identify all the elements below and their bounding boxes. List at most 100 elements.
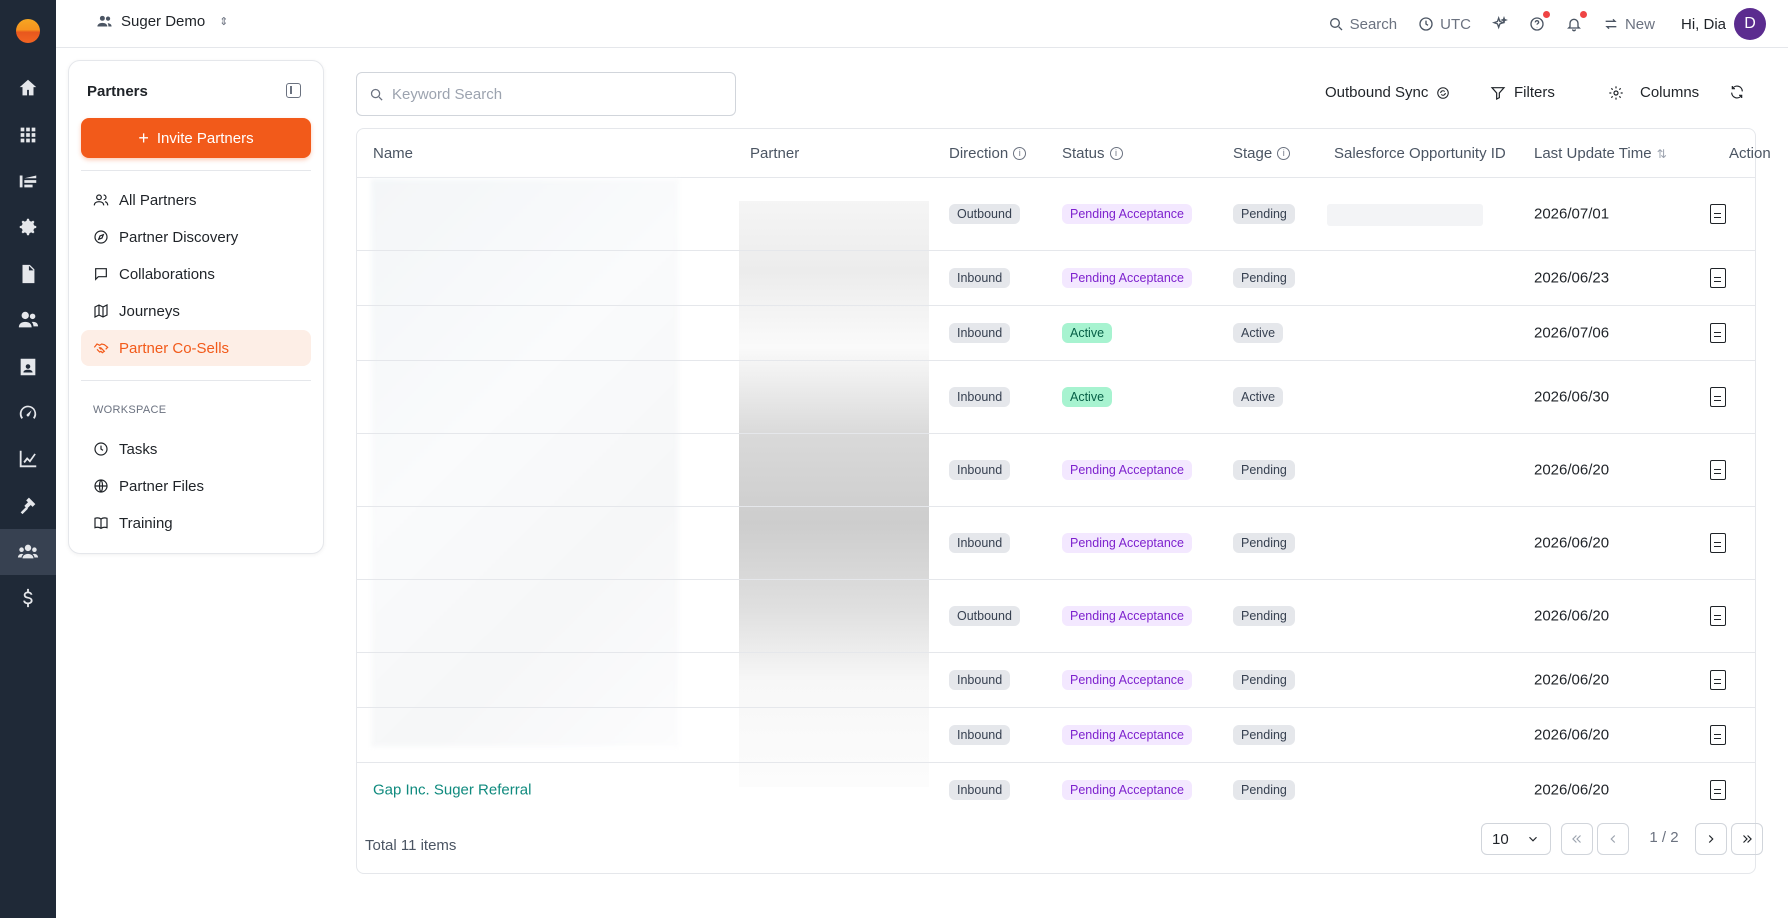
page-indicator: 1 / 2 xyxy=(1649,829,1679,846)
column-header-name[interactable]: Name xyxy=(373,145,413,162)
keyword-search-input[interactable]: Keyword Search xyxy=(356,72,736,116)
user-greeting: Hi, Dia xyxy=(1680,15,1726,33)
page-size-select[interactable]: 10 xyxy=(1481,823,1551,855)
keyword-search-placeholder: Keyword Search xyxy=(392,85,503,103)
direction-badge: Inbound xyxy=(949,267,1011,288)
stage-pill: Pending xyxy=(1233,532,1295,553)
sidebar-item-partner-files[interactable]: Partner Files xyxy=(81,468,311,504)
sidebar-item-partner-discovery[interactable]: Partner Discovery xyxy=(81,219,311,255)
workspace-switcher[interactable]: Suger Demo ⇕ xyxy=(96,13,228,30)
view-details-icon[interactable] xyxy=(1710,203,1726,224)
prev-page-button[interactable] xyxy=(1597,823,1629,855)
view-details-icon[interactable] xyxy=(1710,779,1726,800)
status-pill: Active xyxy=(1062,322,1113,343)
invite-partners-button[interactable]: + Invite Partners xyxy=(81,118,311,158)
new-button[interactable]: New xyxy=(1603,16,1655,33)
sidebar-item-partner-co-sells[interactable]: Partner Co-Sells xyxy=(81,330,311,366)
customers-icon[interactable] xyxy=(0,297,56,343)
app-logo[interactable] xyxy=(16,19,40,43)
sidebar-item-tasks[interactable]: Tasks xyxy=(81,431,311,467)
info-icon[interactable]: i xyxy=(1013,147,1027,160)
columns-button[interactable]: Columns xyxy=(1608,84,1699,101)
table-row[interactable]: Inbound Pending Acceptance Pending 2026/06/… xyxy=(357,506,1755,579)
column-header-direction[interactable]: Direction i xyxy=(949,145,1027,162)
table-row[interactable]: Outbound Pending Acceptance Pending 2026/07… xyxy=(357,177,1755,250)
direction-badge: Inbound xyxy=(949,322,1011,343)
view-details-icon[interactable] xyxy=(1710,267,1726,288)
direction-pill: Inbound xyxy=(949,669,1011,690)
divider xyxy=(81,380,311,381)
direction-pill: Inbound xyxy=(949,724,1011,745)
sidebar-item-collaborations[interactable]: Collaborations xyxy=(81,256,311,292)
document-icon[interactable] xyxy=(0,251,56,297)
sidebar-item-training[interactable]: Training xyxy=(81,505,311,541)
listings-icon[interactable] xyxy=(0,158,56,204)
ai-sparkle-button[interactable] xyxy=(1491,16,1508,32)
collapse-panel-icon[interactable] xyxy=(286,83,301,98)
sort-icon[interactable]: ⇅ xyxy=(1657,147,1667,161)
stage-pill: Pending xyxy=(1233,779,1295,800)
view-details-icon[interactable] xyxy=(1710,322,1726,343)
table-row[interactable]: Inbound Pending Acceptance Pending 2026/06/… xyxy=(357,652,1755,707)
column-header-status[interactable]: Status i xyxy=(1062,145,1123,162)
stage-badge: Pending xyxy=(1233,605,1295,626)
help-button[interactable] xyxy=(1529,11,1550,32)
global-search-label: Search xyxy=(1349,15,1398,33)
sidebar-item-all-partners[interactable]: All Partners xyxy=(81,182,311,218)
info-icon[interactable]: i xyxy=(1109,147,1123,160)
home-icon[interactable] xyxy=(0,65,56,111)
view-details-icon[interactable] xyxy=(1710,605,1726,626)
billing-dollar-icon[interactable] xyxy=(0,575,56,621)
notifications-button[interactable] xyxy=(1566,11,1587,32)
integrations-icon[interactable] xyxy=(0,482,56,528)
handshake-icon xyxy=(93,343,109,354)
sidebar-item-label: Partner Co-Sells xyxy=(119,339,230,357)
contacts-icon[interactable] xyxy=(0,344,56,390)
stage-pill: Active xyxy=(1233,386,1284,407)
view-details-icon[interactable] xyxy=(1710,386,1726,407)
table-row[interactable]: Gap Inc. Suger Referral Inbound Pending Ac… xyxy=(357,762,1755,817)
apps-grid-icon[interactable] xyxy=(0,112,56,158)
view-details-icon[interactable] xyxy=(1710,532,1726,553)
co-sells-table: Name Partner Direction i Status i Stage i S… xyxy=(356,128,1771,874)
column-header-partner[interactable]: Partner xyxy=(750,145,799,162)
book-icon xyxy=(94,517,108,530)
table-row[interactable]: Inbound Pending Acceptance Pending 2026/06/… xyxy=(357,433,1755,506)
timezone-button[interactable]: UTC xyxy=(1418,16,1471,33)
analytics-icon[interactable] xyxy=(0,436,56,482)
status-pill: Pending Acceptance xyxy=(1062,669,1192,690)
last-page-button[interactable] xyxy=(1731,823,1763,855)
refresh-button[interactable] xyxy=(1729,84,1745,100)
table-row[interactable]: Inbound Pending Acceptance Pending 2026/06/… xyxy=(357,707,1755,762)
first-page-button[interactable] xyxy=(1561,823,1593,855)
row-name-link[interactable]: Gap Inc. Suger Referral xyxy=(373,781,531,798)
stage-pill: Pending xyxy=(1233,669,1295,690)
bell-icon xyxy=(1567,18,1581,32)
view-details-icon[interactable] xyxy=(1710,724,1726,745)
help-icon xyxy=(1530,17,1544,31)
stage-pill: Pending xyxy=(1233,459,1295,480)
partners-icon[interactable] xyxy=(0,529,56,575)
avatar[interactable]: D xyxy=(1734,8,1766,40)
filters-button[interactable]: Filters xyxy=(1490,84,1555,101)
table-row[interactable]: Inbound Pending Acceptance Pending 2026/06/… xyxy=(357,250,1755,305)
chevrons-left-icon xyxy=(1572,835,1581,843)
speedometer-icon[interactable] xyxy=(0,390,56,436)
column-header-salesforce-id[interactable]: Salesforce Opportunity ID xyxy=(1334,145,1506,162)
table-row[interactable]: Inbound Active Active 2026/06/30 xyxy=(357,360,1755,433)
view-details-icon[interactable] xyxy=(1710,669,1726,690)
column-header-last-update[interactable]: Last Update Time ⇅ xyxy=(1534,145,1667,162)
global-search-button[interactable]: Search xyxy=(1328,15,1398,33)
sidebar-item-journeys[interactable]: Journeys xyxy=(81,293,311,329)
view-details-icon[interactable] xyxy=(1710,459,1726,480)
notification-dot xyxy=(1579,11,1587,18)
info-icon[interactable]: i xyxy=(1277,147,1291,160)
next-page-button[interactable] xyxy=(1695,823,1727,855)
column-header-stage[interactable]: Stage i xyxy=(1233,145,1291,162)
table-row[interactable]: Inbound Active Active 2026/07/06 xyxy=(357,305,1755,360)
direction-badge: Inbound xyxy=(949,532,1011,553)
outbound-sync-button[interactable]: Outbound Sync xyxy=(1325,84,1450,101)
column-header-stage-label: Stage xyxy=(1233,145,1273,162)
table-row[interactable]: Outbound Pending Acceptance Pending 2026/06… xyxy=(357,579,1755,652)
settings-gear-icon[interactable] xyxy=(0,204,56,250)
